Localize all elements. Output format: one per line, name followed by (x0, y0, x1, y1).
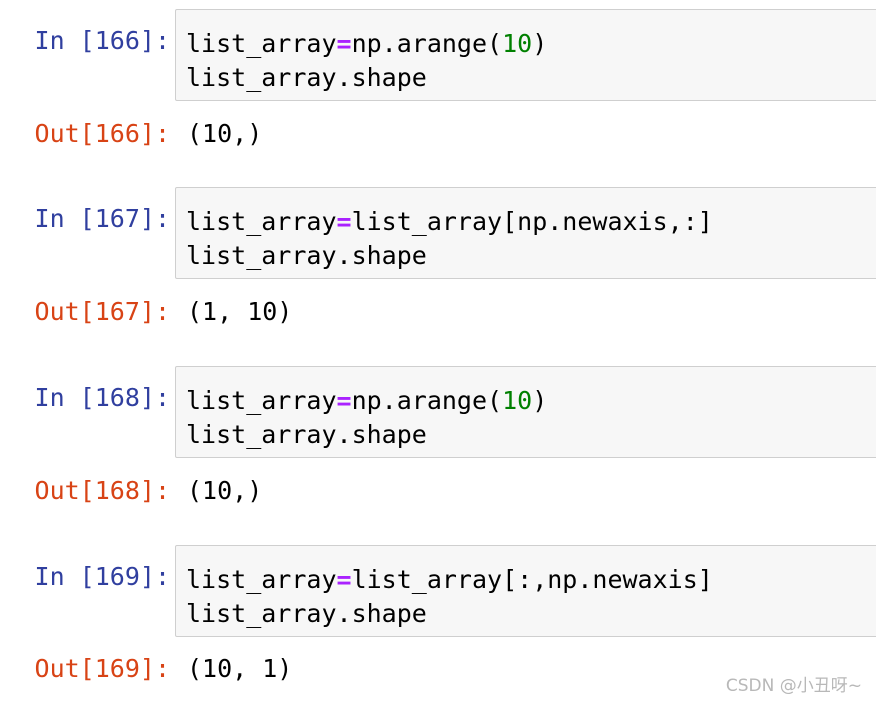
code-input-area[interactable]: list_array=np.arange(10) list_array.shap… (175, 366, 876, 458)
input-prompt: In [169]: (34, 562, 170, 591)
cell-output: (1, 10) (187, 297, 293, 326)
output-prompt: Out[168]: (34, 476, 170, 505)
code-line: list_array.shape (186, 63, 427, 92)
code-input-area[interactable]: list_array=list_array[:,np.newaxis] list… (175, 545, 876, 637)
input-prompt: In [168]: (34, 383, 170, 412)
code-line: list_array.shape (186, 241, 427, 270)
output-prompt: Out[169]: (34, 654, 170, 683)
code-line: list_array=list_array[np.newaxis,:] (186, 207, 713, 236)
cell-output: (10, 1) (187, 654, 293, 683)
input-prompt: In [167]: (34, 204, 170, 233)
code-line: list_array=np.arange(10) (186, 29, 548, 58)
output-prompt: Out[166]: (34, 119, 170, 148)
watermark: CSDN @小丑呀~ (725, 676, 862, 696)
code-line: list_array=np.arange(10) (186, 386, 548, 415)
cell-output: (10,) (187, 119, 263, 148)
code-input-area[interactable]: list_array=np.arange(10) list_array.shap… (175, 9, 876, 101)
code-line: list_array.shape (186, 420, 427, 449)
code-input-area[interactable]: list_array=list_array[np.newaxis,:] list… (175, 187, 876, 279)
input-prompt: In [166]: (34, 26, 170, 55)
code-line: list_array.shape (186, 599, 427, 628)
code-line: list_array=list_array[:,np.newaxis] (186, 565, 713, 594)
cell-output: (10,) (187, 476, 263, 505)
output-prompt: Out[167]: (34, 297, 170, 326)
